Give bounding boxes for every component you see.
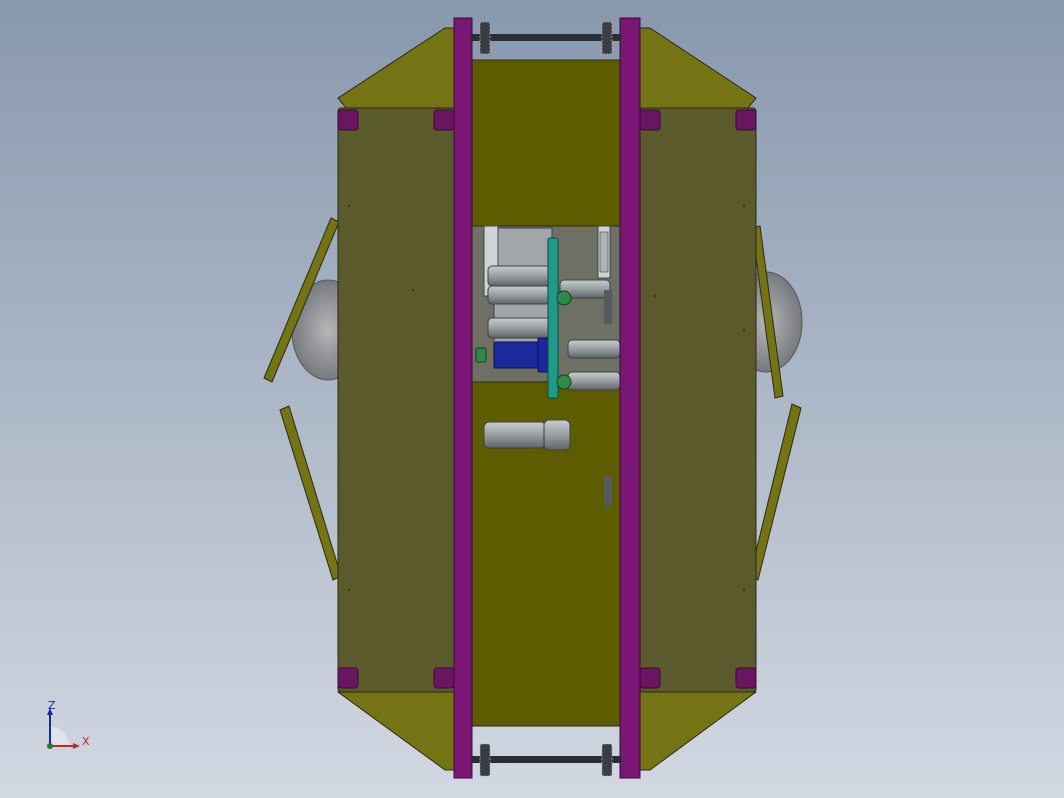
x-arrow-icon — [73, 743, 80, 749]
motor-end-cap — [543, 419, 571, 451]
corner-joint-tr-inner — [639, 109, 661, 131]
motor-cylinder-3[interactable] — [487, 317, 551, 339]
teal-gear-plate[interactable] — [547, 237, 559, 399]
bottom-axle[interactable] — [470, 756, 622, 763]
corner-joint-br-inner — [639, 667, 661, 689]
triad-quadrant-icon — [49, 725, 71, 747]
motor-cylinder-7[interactable] — [483, 421, 547, 449]
corner-joint-tl-outer — [337, 109, 359, 131]
left-body-panel[interactable] — [337, 107, 457, 693]
green-hub-2[interactable] — [556, 374, 572, 390]
y-axis-icon — [47, 743, 53, 749]
blue-motor-flange — [537, 337, 549, 373]
blue-drive-motor[interactable] — [493, 341, 541, 369]
corner-joint-bl-inner — [433, 667, 455, 689]
motor-cylinder-2[interactable] — [487, 285, 551, 305]
cad-viewport[interactable]: Z X — [0, 0, 1064, 798]
x-axis-label: X — [82, 735, 90, 748]
green-coupler — [475, 347, 487, 363]
corner-joint-bl-outer — [337, 667, 359, 689]
motor-cylinder-1[interactable] — [487, 265, 551, 287]
top-axle[interactable] — [470, 34, 622, 41]
corner-joint-tr-outer — [735, 109, 757, 131]
left-frame-rail[interactable] — [453, 17, 473, 779]
green-hub-1[interactable] — [556, 290, 572, 306]
corner-joint-tl-inner — [433, 109, 455, 131]
coordinate-triad: Z X — [40, 698, 100, 758]
motor-cylinder-5[interactable] — [567, 339, 621, 359]
right-frame-rail[interactable] — [619, 17, 641, 779]
motor-cylinder-6[interactable] — [567, 371, 621, 391]
z-axis-label: Z — [48, 699, 56, 712]
right-body-panel[interactable] — [639, 107, 757, 693]
center-top-plate[interactable] — [471, 59, 621, 229]
corner-joint-br-outer — [735, 667, 757, 689]
robot-chassis-model[interactable] — [0, 0, 1064, 798]
